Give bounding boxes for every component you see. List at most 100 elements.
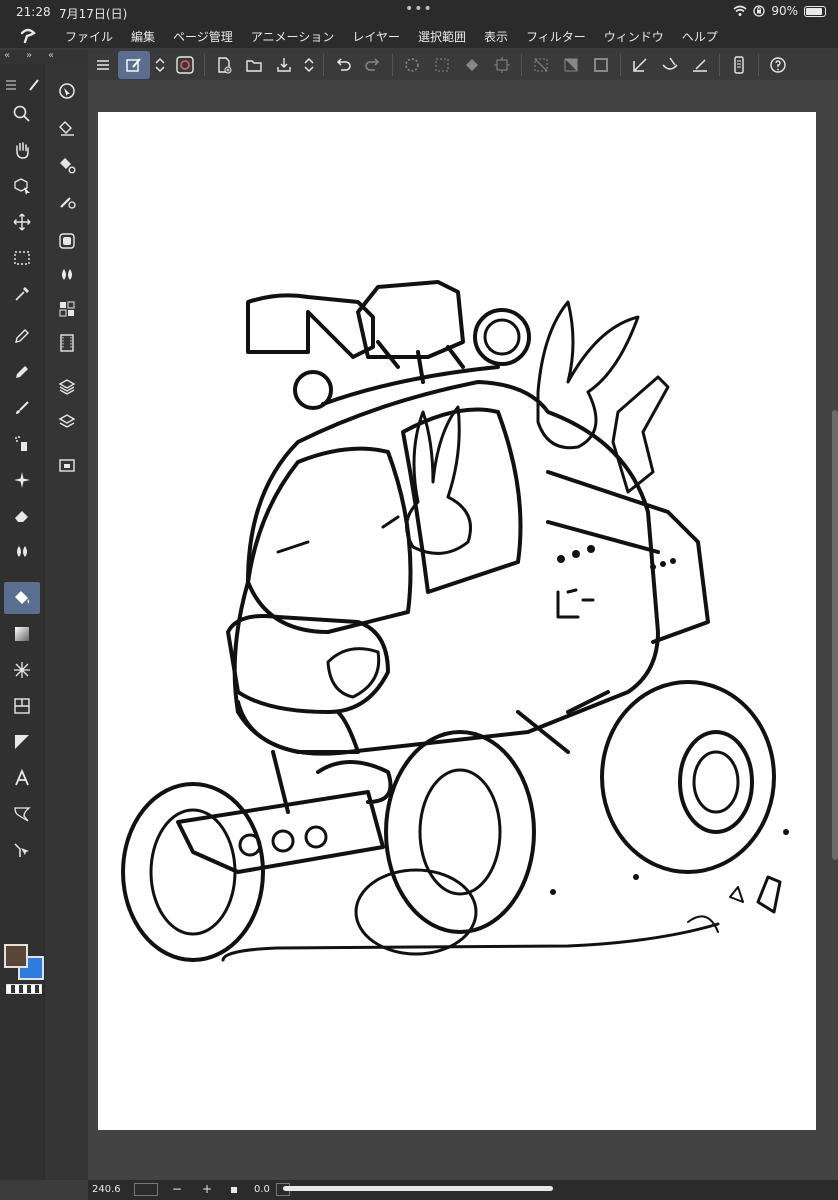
menu-hamburger-icon[interactable] [88,50,118,80]
invert-selection-icon[interactable] [556,50,586,80]
new-file-icon[interactable] [209,50,239,80]
smartphone-icon[interactable] [724,50,754,80]
hand-icon [16,142,29,159]
brush-icon [16,401,29,414]
move-layer-tool[interactable] [4,206,40,238]
blend-tool[interactable] [4,536,40,568]
subtool-layers[interactable] [49,406,85,436]
pen-icon [15,329,29,343]
clear-selection-icon[interactable] [526,50,556,80]
status-date: 7月17日(日) [59,7,128,21]
brush-tool[interactable] [4,392,40,424]
subtool-enclose[interactable] [49,226,85,256]
canvas-area[interactable] [88,80,838,1180]
eyedropper-tool[interactable] [4,278,40,310]
layer-stack-icon [58,379,76,395]
menu-layer[interactable]: レイヤー [343,28,409,45]
object-tool[interactable] [4,170,40,202]
save-icon[interactable] [269,50,299,80]
home-indicator[interactable] [283,1186,553,1191]
search-icon [13,105,30,122]
main-color-swatch[interactable] [4,944,28,968]
menu-window[interactable]: ウィンドウ [595,28,673,45]
clip-studio-icon[interactable] [170,50,200,80]
decoration-tool[interactable] [4,464,40,496]
wifi-icon [733,5,747,16]
subtool-refer-layer[interactable] [49,76,85,106]
palette-menu-icon[interactable] [0,76,44,94]
menu-bar: ファイル 編集 ページ管理 アニメーション レイヤー 選択範囲 表示 フィルター… [0,24,838,48]
canvas-vertical-scrollbar[interactable] [832,410,838,860]
frame-icon [14,698,30,714]
palette-collapse-bar: « » « [0,50,88,64]
collapse-left-icon[interactable]: « [4,50,10,61]
zoom-in-button[interactable]: + [202,1182,212,1196]
selection-border-icon[interactable] [586,50,616,80]
snap-special-ruler-icon[interactable] [655,50,685,80]
menu-filter[interactable]: フィルター [517,28,595,45]
app-logo-icon[interactable] [0,24,56,48]
fill-selection-icon[interactable] [457,50,487,80]
transparent-color-swatch[interactable] [6,984,42,994]
ruler-snap-icon[interactable] [625,50,655,80]
figure-icon [14,662,30,678]
chevron-updown-icon[interactable] [150,50,170,80]
edit-mode-button[interactable] [118,51,150,79]
pen-tool[interactable] [4,320,40,352]
text-tool[interactable] [4,762,40,794]
zoom-out-button[interactable]: − [172,1182,182,1196]
snap-grid-icon[interactable] [685,50,715,80]
zoom-value[interactable]: 240.6 [92,1184,121,1195]
canvas-paper[interactable] [98,112,816,1130]
menu-selection[interactable]: 選択範囲 [409,28,475,45]
help-icon[interactable] [763,50,793,80]
redo-icon[interactable] [358,50,388,80]
collapse-left-icon-2[interactable]: « [48,50,54,61]
loading-icon[interactable] [397,50,427,80]
figure-tool[interactable] [4,654,40,686]
ruler-tool[interactable] [4,726,40,758]
hand-tool[interactable] [4,134,40,166]
subtool-pattern[interactable] [49,294,85,324]
pencil-icon [16,366,28,378]
gradient-tool[interactable] [4,618,40,650]
frame-tool[interactable] [4,690,40,722]
multitasking-dots-icon[interactable]: ••• [405,1,433,17]
subtool-fill-layer[interactable] [49,114,85,144]
subtool-paint-unfilled[interactable] [49,260,85,290]
zoom-slider[interactable] [134,1183,158,1196]
subtool-film[interactable] [49,328,85,358]
status-bar: 21:28 7月17日(日) ••• 90% [0,0,838,24]
menu-help[interactable]: ヘルプ [673,28,727,45]
correct-line-tool[interactable] [4,834,40,866]
fill-tool[interactable] [4,582,40,614]
crop-icon[interactable] [487,50,517,80]
color-icon-area[interactable] [4,944,44,1000]
fit-view-button[interactable] [231,1187,237,1193]
bucket-layer-icon [59,121,74,136]
zoom-tool[interactable] [4,98,40,130]
menu-animation[interactable]: アニメーション [242,28,344,45]
menu-view[interactable]: 表示 [475,28,517,45]
eyedropper-icon [15,287,29,301]
pencil-tool[interactable] [4,356,40,388]
airbrush-tool[interactable] [4,428,40,460]
menu-file[interactable]: ファイル [56,28,122,45]
eraser-tool[interactable] [4,500,40,532]
balloon-tool[interactable] [4,798,40,830]
subtool-fill-brush[interactable] [49,186,85,216]
subtool-material[interactable] [49,450,85,480]
selection-tool[interactable] [4,242,40,274]
transform-icon[interactable] [427,50,457,80]
status-right: 90% [733,4,826,18]
chevron-updown-icon-2[interactable] [299,50,319,80]
menu-edit[interactable]: 編集 [122,28,164,45]
undo-icon[interactable] [328,50,358,80]
blend-icon [17,546,27,557]
subtool-fill-settings[interactable] [49,150,85,180]
expand-right-icon[interactable]: » [26,50,32,61]
subtool-layer-stack[interactable] [49,372,85,402]
menu-page[interactable]: ページ管理 [164,28,242,45]
open-folder-icon[interactable] [239,50,269,80]
rotation-value[interactable]: 0.0 [254,1184,270,1195]
